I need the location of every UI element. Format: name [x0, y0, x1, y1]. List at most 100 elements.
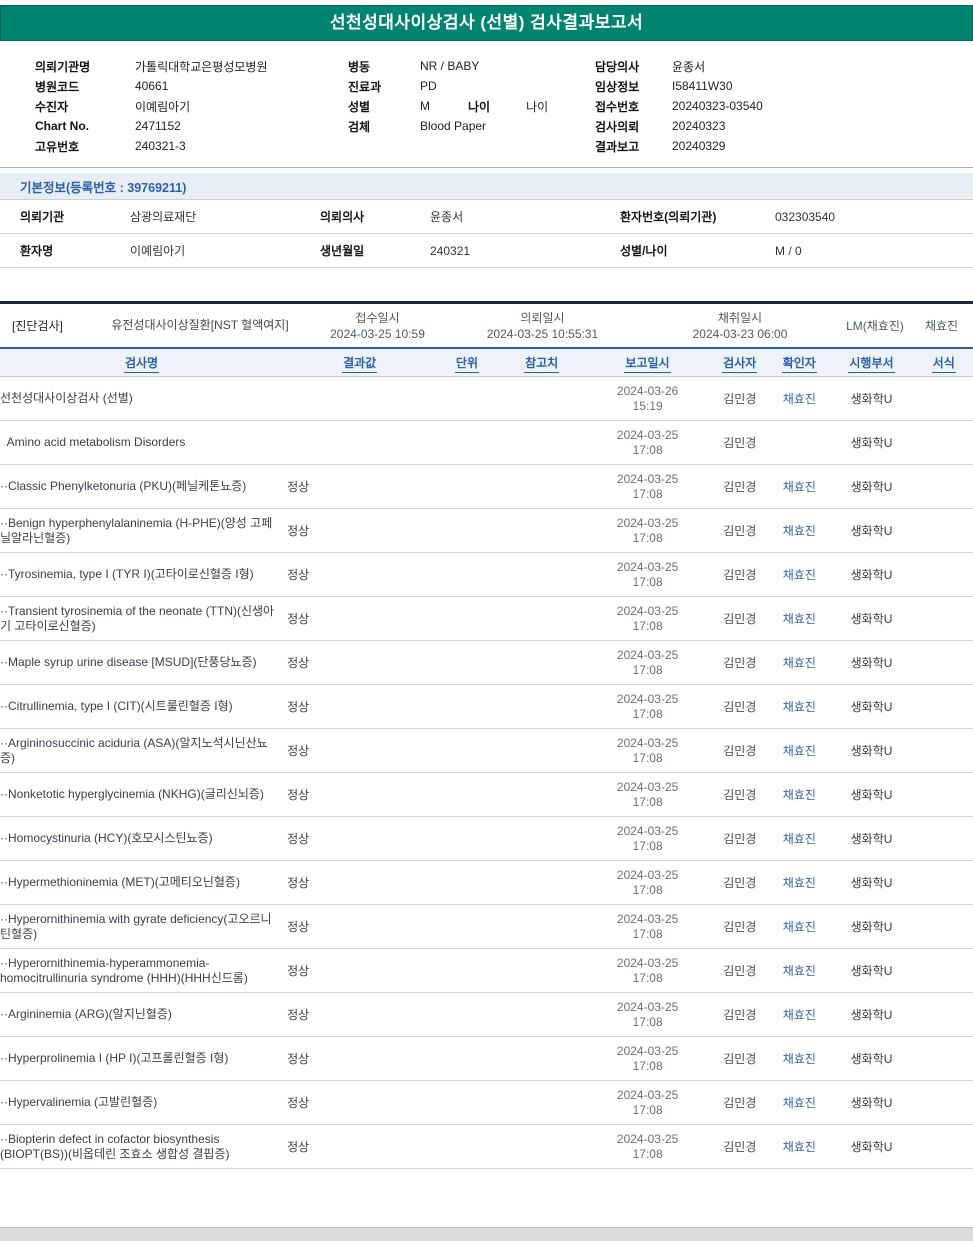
result-row[interactable]: Amino acid metabolism Disorders 2024-03-… [0, 421, 973, 465]
col-header-reference[interactable]: 참고치 [498, 354, 586, 373]
result-value-cell: 정상 [287, 700, 310, 714]
result-row[interactable]: 선천성대사이상검사 (선별) 2024-03-26 15:19 김민경 채효진 … [0, 377, 973, 421]
result-row[interactable]: ··Biopterin defect in cofactor biosynthe… [0, 1125, 973, 1169]
tester-cell: 김민경 [723, 700, 757, 714]
info-row: 담당의사 윤종서 [595, 56, 973, 76]
report-title-bar: 선천성대사이상검사 (선별) 검사결과보고서 [0, 5, 973, 41]
department-cell: 생화학U [850, 876, 893, 890]
result-value-cell: 정상 [287, 920, 310, 934]
info-row: 의뢰기관명 가톨릭대학교은평성모병원 [35, 56, 348, 76]
collector-name: 채효진 [924, 319, 959, 333]
info-value: NR / BABY [420, 59, 480, 73]
tester-cell: 김민경 [723, 612, 757, 626]
checker-cell: 채효진 [782, 392, 816, 406]
info-label: 의뢰기관명 [35, 59, 91, 74]
patient-label: 환자명 [20, 244, 54, 258]
patient-value: 240321 [430, 243, 471, 258]
result-row[interactable]: ··Maple syrup urine disease [MSUD](단풍당뇨증… [0, 641, 973, 685]
horizontal-scrollbar[interactable] [0, 1227, 973, 1241]
result-row[interactable]: ··Transient tyrosinemia of the neonate (… [0, 597, 973, 641]
department-cell: 생화학U [850, 1008, 893, 1022]
tester-cell: 김민경 [723, 1052, 757, 1066]
col-header-tester[interactable]: 검사자 [709, 354, 770, 373]
result-row[interactable]: ··Nonketotic hyperglycinemia (NKHG)(글리신뇌… [0, 773, 973, 817]
result-row[interactable]: ··Hyperornithinemia with gyrate deficien… [0, 905, 973, 949]
result-row[interactable]: ··Argininemia (ARG)(알지닌혈증) 정상 2024-03-25… [0, 993, 973, 1037]
report-time: 17:08 [632, 882, 663, 897]
col-header-unit[interactable]: 단위 [436, 354, 497, 373]
report-date: 2024-03-25 [616, 823, 679, 838]
report-time: 17:08 [632, 486, 663, 501]
info-value: 2471152 [135, 119, 181, 133]
col-header-report-datetime[interactable]: 보고일시 [586, 354, 710, 373]
result-row[interactable]: ··Benign hyperphenylalaninemia (H-PHE)(양… [0, 509, 973, 553]
result-row[interactable]: ··Hyperornithinemia-hyperammonemia-homoc… [0, 949, 973, 993]
info-label: 성별 [348, 99, 371, 114]
result-value-cell: 정상 [287, 788, 310, 802]
department-cell: 생화학U [850, 656, 893, 670]
patient-value: 이예림아기 [130, 244, 186, 258]
checker-cell: 채효진 [782, 964, 816, 978]
report-time: 17:08 [632, 1014, 663, 1029]
diagnosis-time-value: 2024-03-25 10:59 [330, 326, 425, 341]
test-name-cell: ··Citrullinemia, type I (CIT)(시트룰린혈증 I형) [0, 699, 233, 713]
diagnosis-time-label: 채취일시 [717, 310, 763, 325]
patient-info-row: 환자명 이예림아기 생년월일 240321 성별/나이 M / 0 [0, 234, 973, 268]
col-header-test-name[interactable]: 검사명 [0, 354, 283, 373]
checker-cell: 채효진 [782, 612, 816, 626]
info-value: M [420, 99, 430, 113]
checker-cell: 채효진 [782, 700, 816, 714]
report-date: 2024-03-25 [616, 867, 679, 882]
info-row: 진료과 PD [348, 76, 595, 96]
report-time: 17:08 [632, 662, 663, 677]
report-date: 2024-03-25 [616, 515, 679, 530]
checker-cell: 채효진 [782, 876, 816, 890]
result-row[interactable]: ··Hypermethioninemia (MET)(고메티오닌혈증) 정상 2… [0, 861, 973, 905]
results-body: 선천성대사이상검사 (선별) 2024-03-26 15:19 김민경 채효진 … [0, 377, 973, 1169]
report-datetime-cell: 2024-03-25 17:08 [586, 956, 710, 986]
report-date: 2024-03-25 [616, 1131, 679, 1146]
department-cell: 생화학U [850, 524, 893, 538]
col-header-result[interactable]: 결과값 [283, 354, 436, 373]
info-label: 진료과 [348, 79, 382, 94]
report-time: 17:08 [632, 1146, 663, 1161]
test-name-cell: ··Tyrosinemia, type I (TYR I)(고타이로신혈증 I형… [0, 567, 254, 581]
info-label: 임상정보 [595, 79, 640, 94]
tester-cell: 김민경 [723, 1008, 757, 1022]
checker-cell: 채효진 [782, 1096, 816, 1110]
info-value: PD [420, 79, 437, 93]
result-row[interactable]: ··Classic Phenylketonuria (PKU)(페닐케톤뇨증) … [0, 465, 973, 509]
report-date: 2024-03-25 [616, 603, 679, 618]
checker-cell: 채효진 [782, 1140, 816, 1154]
info-value: 240321-3 [135, 139, 186, 153]
result-value-cell: 정상 [287, 524, 310, 538]
result-row[interactable]: ··Hyperprolinemia I (HP I)(고프롤린혈증 I형) 정상… [0, 1037, 973, 1081]
result-row[interactable]: ··Hypervalinemia (고발린혈증) 정상 2024-03-25 1… [0, 1081, 973, 1125]
basic-info-title: 기본정보(등록번호 : 39769211) [20, 180, 187, 195]
department-cell: 생화학U [850, 788, 893, 802]
diagnosis-time: 의뢰일시 2024-03-25 10:55:31 [445, 310, 640, 342]
report-date: 2024-03-25 [616, 911, 679, 926]
result-row[interactable]: ··Tyrosinemia, type I (TYR I)(고타이로신혈증 I형… [0, 553, 973, 597]
info-label: 담당의사 [595, 59, 640, 74]
col-header-department[interactable]: 시행부서 [829, 354, 915, 373]
diagnosis-section: [진단검사] 유전성대사이상질환[NST 혈액여지] 접수일시 2024-03-… [0, 301, 973, 347]
checker-cell: 채효진 [782, 656, 816, 670]
report-datetime-cell: 2024-03-25 17:08 [586, 516, 710, 546]
department-cell: 생화학U [850, 832, 893, 846]
info-row: 임상정보 I58411W30 [595, 76, 973, 96]
department-cell: 생화학U [850, 920, 893, 934]
test-name-cell: ··Benign hyperphenylalaninemia (H-PHE)(양… [0, 515, 273, 545]
result-row[interactable]: ··Citrullinemia, type I (CIT)(시트룰린혈증 I형)… [0, 685, 973, 729]
result-row[interactable]: ··Homocystinuria (HCY)(호모시스틴뇨증) 정상 2024-… [0, 817, 973, 861]
report-datetime-cell: 2024-03-26 15:19 [586, 384, 710, 414]
tester-cell: 김민경 [723, 1140, 757, 1154]
tester-cell: 김민경 [723, 744, 757, 758]
result-row[interactable]: ··Argininosuccinic aciduria (ASA)(알지노석시닌… [0, 729, 973, 773]
tester-cell: 김민경 [723, 568, 757, 582]
header-info-middle: 병동 NR / BABY 진료과 PD 성별 M 나이 나이 검체 Blood … [348, 56, 595, 156]
diagnosis-section-label: [진단검사] [12, 319, 63, 333]
col-header-checker[interactable]: 확인자 [770, 354, 829, 373]
report-datetime-cell: 2024-03-25 17:08 [586, 648, 710, 678]
col-header-form[interactable]: 서식 [914, 354, 973, 373]
